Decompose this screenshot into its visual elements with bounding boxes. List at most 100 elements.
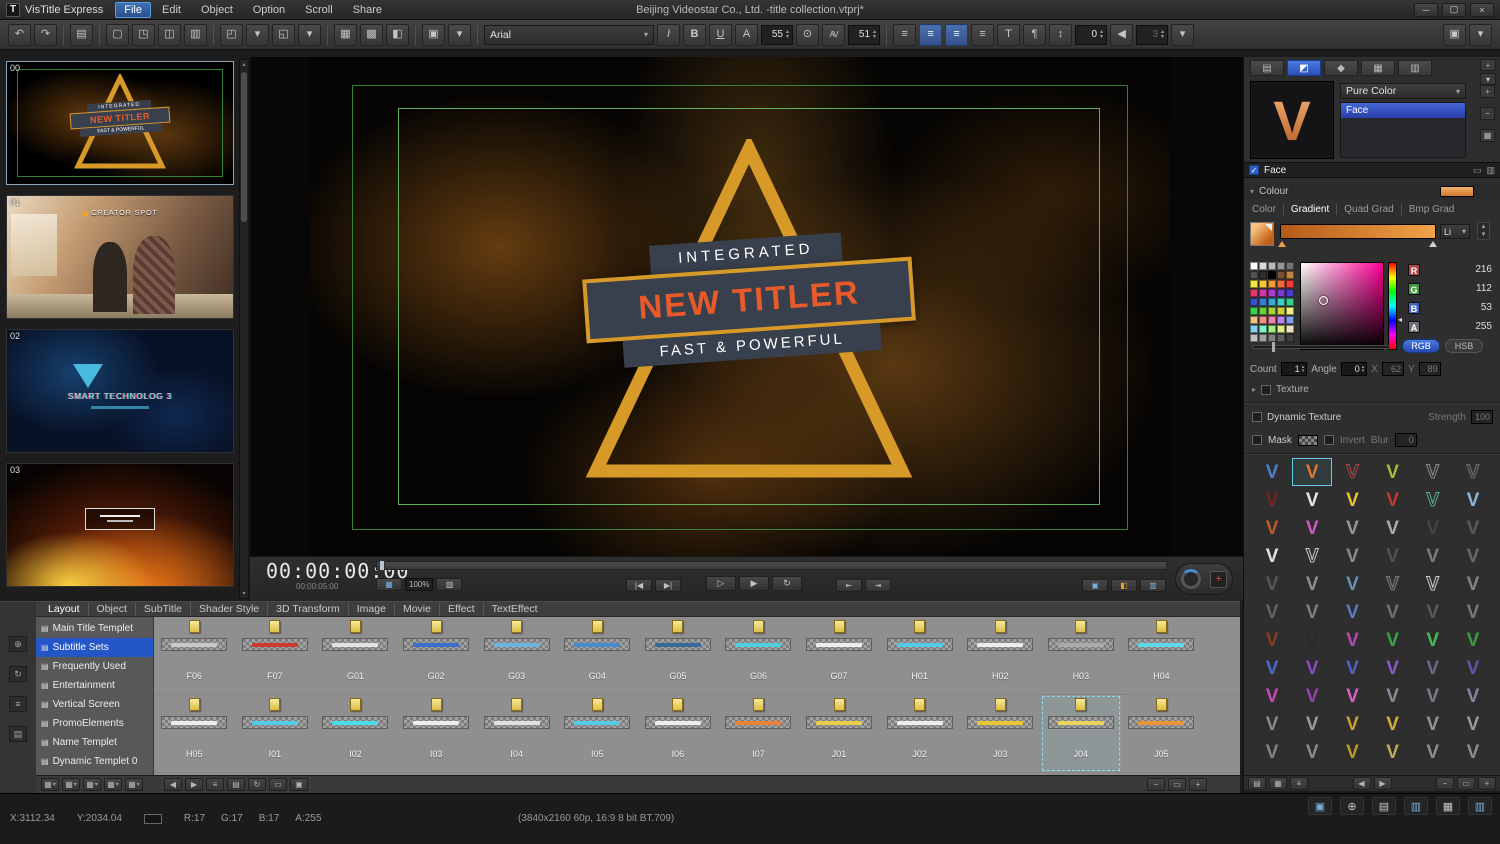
tab-effect[interactable]: Effect <box>440 603 484 615</box>
text-direction-button[interactable]: ¶ <box>1023 23 1047 46</box>
style-preset-17[interactable]: V <box>1453 514 1493 542</box>
audio-level-value[interactable]: 3 ▴ ▾ <box>1136 24 1169 45</box>
style-preset-52[interactable]: V <box>1413 682 1453 710</box>
palette-swatch[interactable] <box>1250 307 1258 315</box>
style-preset-40[interactable]: V <box>1413 626 1453 654</box>
template-I03[interactable]: I03 <box>396 695 477 772</box>
style-preset-46[interactable]: V <box>1413 654 1453 682</box>
palette-swatch[interactable] <box>1259 316 1267 324</box>
redo-button[interactable]: ↷ <box>34 23 57 46</box>
template-H01[interactable]: H01 <box>879 617 960 694</box>
preset-page-next-button[interactable]: ▶ <box>1373 777 1392 790</box>
colour-mode-color[interactable]: Color <box>1252 204 1284 215</box>
template-G05[interactable]: G05 <box>638 617 719 694</box>
preset-page-prev-button[interactable]: ◀ <box>1352 777 1371 790</box>
template-J05[interactable]: J05 <box>1121 695 1202 772</box>
audio-levels-button[interactable]: ▥ <box>1404 797 1428 815</box>
bold-button[interactable]: B <box>683 23 706 46</box>
style-preset-37[interactable]: V <box>1292 626 1332 654</box>
texture-checkbox[interactable] <box>1261 384 1272 395</box>
palette-swatch[interactable] <box>1286 271 1294 279</box>
menu-scroll[interactable]: Scroll <box>296 2 342 18</box>
template-browser-button[interactable]: ▤ <box>70 23 93 46</box>
safe-area-toggle-button[interactable]: ▦ <box>376 578 402 591</box>
palette-swatch[interactable] <box>1259 298 1267 306</box>
import-template-button[interactable]: ◰ <box>220 23 243 46</box>
lock-aspect-button[interactable]: ⊙ <box>796 23 820 46</box>
palette-swatch[interactable] <box>1268 298 1276 306</box>
style-preset-60[interactable]: V <box>1252 738 1292 766</box>
align-center-button[interactable]: ≡ <box>919 23 943 46</box>
nav-back-button[interactable]: ◀ <box>164 778 182 791</box>
layer-face[interactable]: Face <box>1341 103 1465 118</box>
panel-menu-icon[interactable]: ▥ <box>1486 165 1495 176</box>
position-crosshair-button[interactable]: + <box>1210 570 1228 588</box>
canvas-zoom-value[interactable]: 100% <box>405 578 434 591</box>
style-preset-58[interactable]: V <box>1413 710 1453 738</box>
style-preset-49[interactable]: V <box>1292 682 1332 710</box>
colour-mode-quad-grad[interactable]: Quad Grad <box>1337 204 1402 215</box>
face-section-header[interactable]: ✓ Face ▭ ▥ <box>1244 162 1500 178</box>
preset-view-list-button[interactable]: ≡ <box>1290 777 1308 790</box>
template-J02[interactable]: J02 <box>879 695 960 772</box>
style-preset-57[interactable]: V <box>1373 710 1413 738</box>
fit-view-button[interactable]: ▧ <box>436 578 463 591</box>
menu-file[interactable]: File <box>115 1 151 18</box>
template-I06[interactable]: I06 <box>638 695 719 772</box>
external-monitor-button[interactable]: ▣ <box>1443 23 1466 46</box>
blur-input[interactable]: 0 <box>1394 433 1417 447</box>
template-I02[interactable]: I02 <box>315 695 396 772</box>
style-preset-65[interactable]: V <box>1453 738 1493 766</box>
style-preset-1[interactable]: V <box>1292 458 1333 486</box>
palette-swatch[interactable] <box>1268 280 1276 288</box>
palette-swatch[interactable] <box>1268 307 1276 315</box>
gradient-bar[interactable] <box>1280 224 1436 239</box>
style-preset-6[interactable]: V <box>1252 486 1292 514</box>
letter-spacing-value[interactable]: 0 ▴ ▾ <box>1075 24 1108 45</box>
palette-swatch[interactable] <box>1268 289 1276 297</box>
gradient-fill-icon[interactable] <box>1250 222 1274 246</box>
scroll-down-icon[interactable]: ▾ <box>240 590 248 597</box>
scene-thumbnail-3[interactable]: 03 <box>6 463 234 587</box>
style-preset-54[interactable]: V <box>1252 710 1292 738</box>
palette-swatch[interactable] <box>1259 289 1267 297</box>
category-frequently-used[interactable]: ▤ Frequently Used <box>36 657 153 676</box>
texture-settings-tab[interactable]: ▦ <box>1361 60 1395 76</box>
palette-swatch[interactable] <box>1286 289 1294 297</box>
template-J01[interactable]: J01 <box>799 695 880 772</box>
gradient-stop-left[interactable] <box>1278 241 1286 247</box>
style-preset-14[interactable]: V <box>1332 514 1372 542</box>
preset-filter-1-button[interactable]: ▦ ▾ <box>41 778 59 791</box>
style-preset-50[interactable]: V <box>1332 682 1372 710</box>
face-enabled-checkbox[interactable]: ✓ <box>1249 165 1259 175</box>
style-preset-55[interactable]: V <box>1292 710 1332 738</box>
detach-icon[interactable]: ▭ <box>1473 165 1482 176</box>
align-right-button[interactable]: ≡ <box>945 23 969 46</box>
spinner-arrows-icon[interactable]: ▴ ▾ <box>1362 365 1365 374</box>
tab-3d-transform[interactable]: 3D Transform <box>268 603 349 615</box>
preset-filter-4-button[interactable]: ▦ ▾ <box>104 778 122 791</box>
style-preset-20[interactable]: V <box>1332 542 1372 570</box>
tab-image[interactable]: Image <box>349 603 395 615</box>
monitor-output-button[interactable]: ▥ <box>1140 579 1166 592</box>
preset-filter-2-button[interactable]: ▦ ▾ <box>62 778 80 791</box>
palette-swatch[interactable] <box>1286 280 1294 288</box>
scene-list-scrollbar[interactable]: ▴ ▾ <box>239 59 249 599</box>
preview-canvas[interactable]: INTEGRATED NEW TITLER FAST & POWERFUL <box>310 57 1170 556</box>
style-preset-64[interactable]: V <box>1413 738 1453 766</box>
template-J04[interactable]: J04 <box>1040 695 1122 772</box>
view-thumbnails-button[interactable]: ▤ <box>227 778 245 791</box>
palette-swatch[interactable] <box>1277 262 1285 270</box>
distribute-objects-button[interactable]: ▩ <box>360 23 383 46</box>
remove-layer-button[interactable]: − <box>1480 107 1495 120</box>
font-size-button[interactable]: A <box>735 23 758 46</box>
preset-filter-5-button[interactable]: ▦ ▾ <box>125 778 143 791</box>
tab-object[interactable]: Object <box>89 603 136 615</box>
add-item-button[interactable]: + <box>1480 59 1496 71</box>
text-settings-tab[interactable]: ▤ <box>1250 60 1284 76</box>
template-H04[interactable]: H04 <box>1121 617 1202 694</box>
slider-handle[interactable] <box>1271 341 1276 353</box>
template-info-button[interactable]: ▣ <box>290 778 308 791</box>
template-G02[interactable]: G02 <box>396 617 477 694</box>
style-preset-56[interactable]: V <box>1332 710 1372 738</box>
